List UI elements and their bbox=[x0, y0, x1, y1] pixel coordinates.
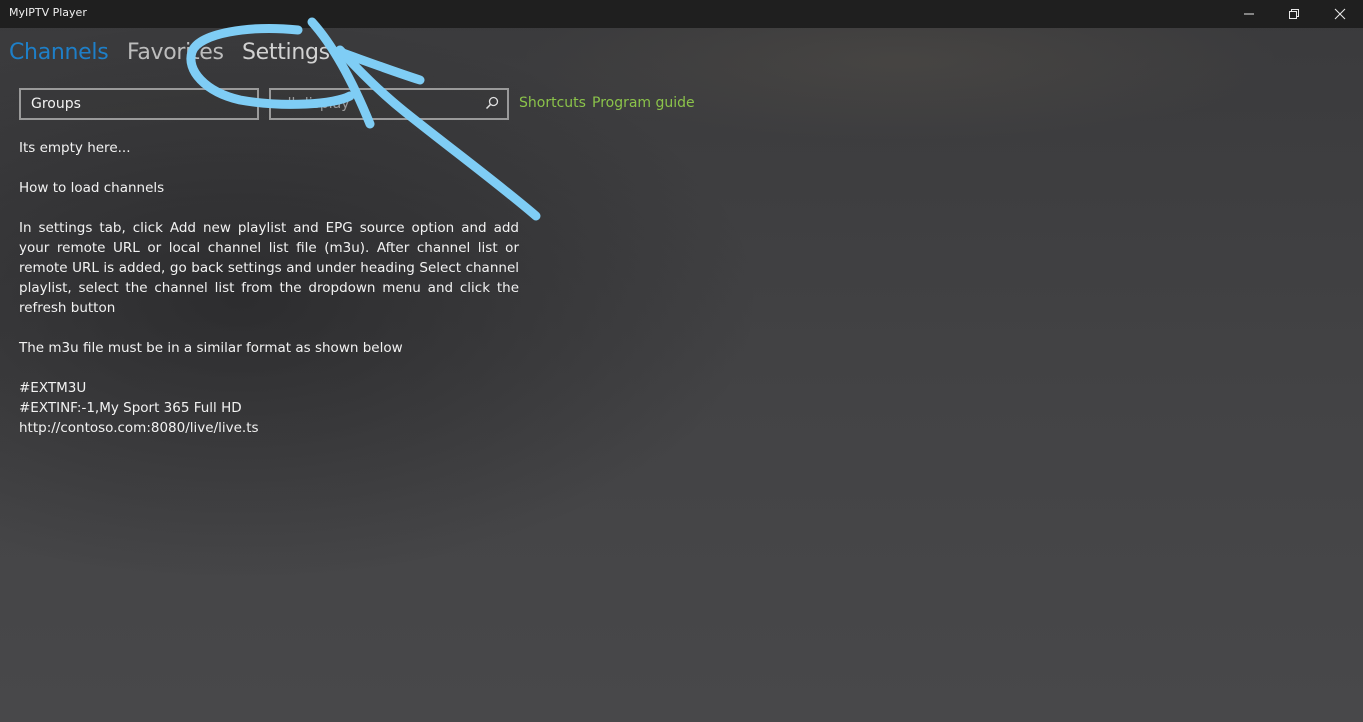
close-button[interactable] bbox=[1317, 0, 1363, 28]
program-guide-link[interactable]: Program guide bbox=[592, 95, 695, 111]
example-line-header: #EXTM3U bbox=[19, 380, 87, 396]
search-box[interactable] bbox=[269, 88, 509, 120]
instructions-text: In settings tab, click Add new playlist … bbox=[19, 220, 519, 316]
search-input[interactable] bbox=[275, 93, 483, 115]
title-bar[interactable]: MyIPTV Player bbox=[0, 0, 1363, 28]
app-title: MyIPTV Player bbox=[9, 6, 87, 19]
empty-state: Its empty here... How to load channels I… bbox=[19, 138, 519, 438]
app-window: MyIPTV Player Channels Favorites Setting… bbox=[0, 0, 1363, 722]
groups-dropdown[interactable]: Groups bbox=[19, 88, 259, 120]
tab-channels[interactable]: Channels bbox=[9, 40, 109, 65]
restore-icon bbox=[1289, 9, 1299, 19]
tab-favorites[interactable]: Favorites bbox=[127, 40, 224, 65]
example-line-url: http://contoso.com:8080/live/live.ts bbox=[19, 420, 259, 436]
restore-button[interactable] bbox=[1271, 0, 1317, 28]
shortcuts-link[interactable]: Shortcuts bbox=[519, 95, 586, 111]
empty-heading: Its empty here... bbox=[19, 140, 131, 156]
close-icon bbox=[1334, 8, 1346, 20]
tab-settings[interactable]: Settings bbox=[242, 40, 330, 65]
howto-title: How to load channels bbox=[19, 180, 165, 196]
search-icon[interactable] bbox=[485, 96, 499, 110]
minimize-button[interactable] bbox=[1226, 0, 1272, 28]
format-note: The m3u file must be in a similar format… bbox=[19, 340, 403, 356]
groups-dropdown-value: Groups bbox=[31, 96, 81, 112]
example-line-extinf: #EXTINF:-1,My Sport 365 Full HD bbox=[19, 400, 242, 416]
minimize-icon bbox=[1244, 13, 1254, 15]
